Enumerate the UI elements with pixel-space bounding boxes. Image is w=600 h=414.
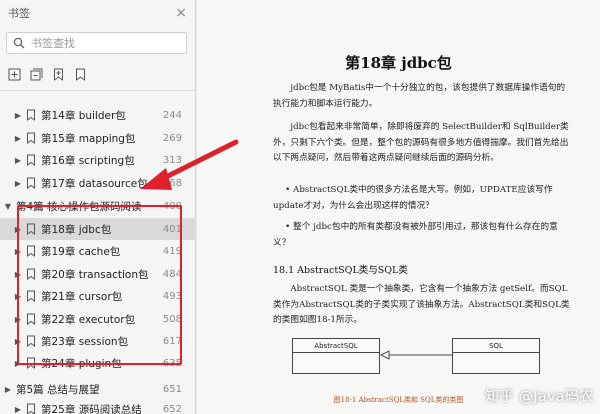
bookmark-page-number: 484 [162,268,182,280]
bookmark-page-number: 652 [162,403,182,414]
bookmark-icon [27,335,35,347]
bookmark-item[interactable]: ▶ 第22章 executor包 508 [0,308,196,330]
bookmark-item[interactable]: ▶ 第5篇 总结与展望 651 [0,378,196,400]
paragraph-intro: jdbc包是 MyBatis中一个十分独立的包，该包提供了数据库操作语句的执行能… [273,83,566,109]
bookmark-page-number: 313 [162,154,182,166]
class-diagram: AbstractSQL SQL [292,338,540,378]
bookmark-icon[interactable] [50,66,66,82]
bookmark-page-number: 617 [162,335,182,347]
bookmark-item[interactable]: ▶ 第24章 plugin包 635 [0,352,196,374]
bookmark-item[interactable]: ▶ 第14章 builder包 244 [0,104,196,126]
expand-arrow-icon[interactable]: ▶ [14,292,22,301]
paragraph-overview: jdbc包看起来非常简单，除即将废弃的 SelectBuilder和 SqlBu… [273,122,569,163]
sidebar-divider [0,90,195,91]
expand-arrow-icon[interactable]: ▶ [14,337,22,346]
bookmark-search-box[interactable] [6,32,187,54]
uml-class-abstractsql: AbstractSQL [292,338,380,374]
expand-arrow-icon[interactable]: ▶ [14,315,22,324]
expand-arrow-icon[interactable]: ▶ [14,247,22,256]
bullet-question-2: • 整个 jdbc包中的所有类都没有被外部引用过，那该包有什么存在的意义？ [273,222,558,248]
expand-arrow-icon[interactable]: ▶ [14,179,22,188]
sidebar-title: 书签 [8,7,30,20]
uml-class-sql: SQL [452,338,540,374]
bookmark-item[interactable]: ▶ 第21章 cursor包 493 [0,285,196,307]
section-title: 18.1 AbstractSQL类与SQL类 [273,265,408,276]
uml-class-name: AbstractSQL [293,339,379,353]
bookmark-icon [27,109,35,121]
add-bookmark-icon[interactable] [6,66,22,82]
document-page: 第18章 jdbc包 jdbc包是 MyBatis中一个十分独立的包，该包提供了… [197,0,600,414]
document-viewer: 第18章 jdbc包 jdbc包是 MyBatis中一个十分独立的包，该包提供了… [197,0,600,414]
bullet-question-1: • AbstractSQL类中的很多方法名是大写。例如，UPDATE应该写作up… [273,185,553,211]
paragraph-abstractsql: AbstractSQL 类是一个抽象类，它含有一个抽象方法 getSelf。而S… [273,284,570,325]
bookmark-item[interactable]: ▶ 第17章 datasource包 368 [0,172,196,194]
expand-arrow-icon[interactable]: ▶ [14,359,22,368]
expand-arrow-icon[interactable]: ▶ [14,270,22,279]
expand-arrow-icon[interactable]: ▶ [4,385,12,394]
bookmark-item[interactable]: ▶ 第19章 cache包 419 [0,240,196,262]
bookmark-outline-icon[interactable] [72,66,88,82]
bookmark-icon [27,132,35,144]
expand-arrow-icon[interactable]: ▶ [14,156,22,165]
bookmark-item[interactable]: ▶ 第16章 scripting包 313 [0,149,196,171]
bookmark-item[interactable]: ▶ 第20章 transaction包 484 [0,263,196,285]
bookmark-icon [27,223,35,235]
expand-arrow-icon[interactable]: ▶ [14,225,22,234]
bookmark-item[interactable]: ▶ 第18章 jdbc包 401 [0,218,196,240]
bookmark-item[interactable]: ▶ 第15章 mapping包 269 [0,127,196,149]
watermark: 知乎 @Java码农 [484,389,594,405]
bookmark-item[interactable]: ▶ 第25章 源码阅读总结 652 [0,398,196,414]
bookmark-page-number: 419 [162,245,182,257]
close-icon[interactable]: × [175,6,187,20]
bookmark-page-number: 269 [162,132,182,144]
bookmark-icon [27,290,35,302]
inheritance-arrow [380,350,452,360]
bookmark-page-number: 508 [162,313,182,325]
chapter-title: 第18章 jdbc包 [345,54,452,72]
bookmark-page-number: 401 [162,223,182,235]
bookmark-icon [27,245,35,257]
bookmark-icon [27,313,35,325]
bookmark-page-number: 493 [162,290,182,302]
sidebar-header: 书签 × [0,0,195,26]
bookmark-icon [27,154,35,166]
bookmark-page-number: 651 [162,383,182,395]
bookmark-toolbar [0,62,195,86]
collapse-arrow-icon[interactable]: ▼ [4,202,12,211]
uml-class-name: SQL [453,339,539,353]
bookmark-page-number: 635 [162,357,182,369]
expand-arrow-icon[interactable]: ▶ [14,111,22,120]
bookmark-page-number: 244 [162,109,182,121]
bookmark-icon [27,177,35,189]
expand-arrow-icon[interactable]: ▶ [14,405,22,414]
bookmark-icon [27,357,35,369]
bookmark-item[interactable]: ▼ 第4篇 核心操作包源码阅读 400 [0,195,196,217]
expand-all-icon[interactable] [28,66,44,82]
bookmark-page-number: 368 [162,177,182,189]
bookmark-item[interactable]: ▶ 第23章 session包 617 [0,330,196,352]
bookmark-icon [27,403,35,414]
bookmark-search-input[interactable] [31,36,171,50]
search-icon [13,37,25,49]
bookmark-page-number: 400 [162,200,182,212]
expand-arrow-icon[interactable]: ▶ [14,134,22,143]
bookmark-icon [27,268,35,280]
